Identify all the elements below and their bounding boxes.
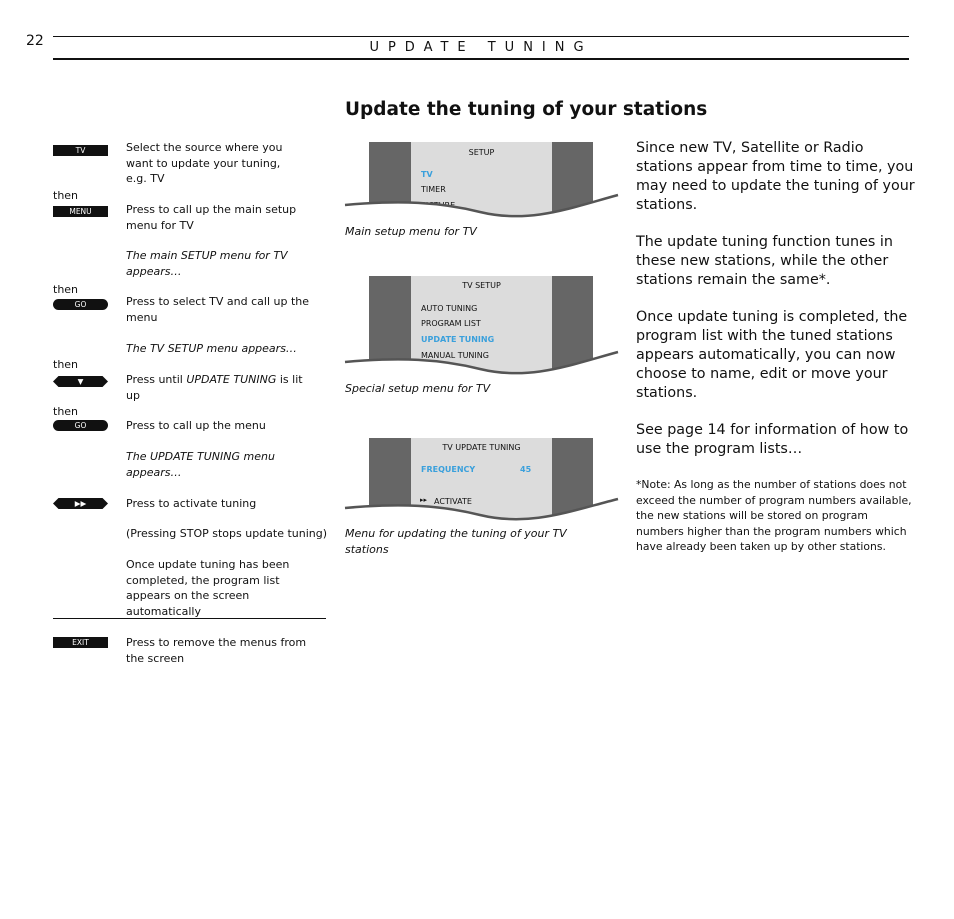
section-title: UPDATE TUNING (369, 40, 593, 55)
text-emph: UPDATE TUNING (186, 373, 277, 386)
wave-cutoff (340, 497, 625, 528)
setup-menu-illustration: SETUP TV TIMER PICTURE (340, 142, 625, 222)
menu-caption: Special setup menu for TV (345, 382, 491, 395)
wave-cutoff (340, 193, 625, 222)
footnote: *Note: As long as the number of stations… (636, 478, 912, 553)
tv-update-tuning-menu-illustration: TV UPDATE TUNING FREQUENCY 45 ▸▸ ACTIVAT… (340, 438, 625, 528)
step-note: The TV SETUP menu appears… (126, 342, 297, 355)
header-bottom-rule (53, 58, 909, 60)
down-arrow-key: ▼ (53, 376, 108, 387)
text: Press until (126, 373, 187, 386)
page-number: 22 (26, 33, 44, 49)
manual-page: 22 UPDATE TUNING Update the tuning of yo… (0, 0, 954, 919)
tv-setup-menu-illustration: TV SETUP AUTO TUNING PROGRAM LIST UPDATE… (340, 276, 625, 380)
menu-caption: Main setup menu for TV (345, 225, 477, 238)
tv-key: TV (53, 145, 108, 156)
go-key: GO (53, 299, 108, 310)
go-key: GO (53, 420, 108, 431)
paragraph: Once update tuning is completed, the pro… (636, 309, 908, 401)
step-text: Press to call up the menu (126, 419, 266, 432)
fast-forward-key: ▶▶ (53, 498, 108, 509)
step-text: Once update tuning has been completed, t… (126, 558, 290, 618)
step-text: Press to activate tuning (126, 497, 257, 510)
step-note: The main SETUP menu for TV appears… (126, 249, 288, 278)
menu-caption: Menu for updating the tuning of your TV … (345, 527, 567, 556)
page-heading: Update the tuning of your stations (345, 99, 708, 120)
step-text: Press to remove the menus from the scree… (126, 636, 307, 665)
menu-key: MENU (53, 206, 108, 217)
paragraph: See page 14 for information of how to us… (636, 422, 909, 457)
step-text: (Pressing STOP stops update tuning) (126, 527, 328, 540)
step-text: Press until UPDATE TUNING is lit up (126, 372, 311, 403)
exit-key: EXIT (53, 637, 108, 648)
divider (53, 618, 326, 619)
step-text: Select the source where you want to upda… (126, 141, 283, 185)
step-text: Press to select TV and call up the menu (126, 295, 309, 324)
then-label: then (53, 405, 79, 418)
step-note: The UPDATE TUNING menu appears… (126, 450, 275, 479)
then-label: then (53, 189, 79, 202)
then-label: then (53, 283, 79, 296)
wave-cutoff (340, 350, 625, 380)
step-text: Press to call up the main setup menu for… (126, 203, 297, 232)
then-label: then (53, 358, 79, 371)
header-top-rule (53, 36, 909, 37)
paragraph: Since new TV, Satellite or Radio station… (636, 140, 915, 213)
paragraph: The update tuning function tunes in thes… (636, 234, 893, 288)
